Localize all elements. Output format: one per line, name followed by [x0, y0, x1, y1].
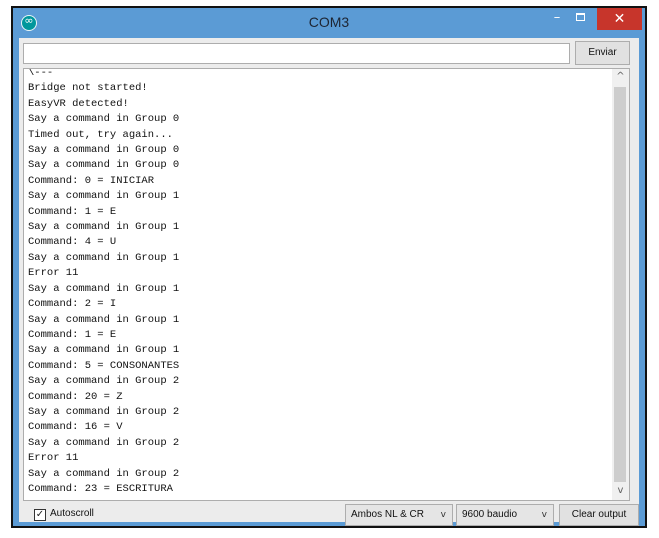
output-line: Command: 16 = V: [28, 421, 123, 434]
output-line: Say a command in Group 0: [28, 113, 180, 126]
output-line: Bridge not started!: [28, 82, 148, 95]
line-ending-select[interactable]: Ambos NL & CR v: [345, 504, 453, 526]
baud-rate-select[interactable]: 9600 baudio v: [456, 504, 554, 526]
output-line: Say a command in Group 1: [28, 251, 180, 264]
line-ending-value: Ambos NL & CR: [351, 509, 424, 520]
output-line: Say a command in Group 2: [28, 375, 180, 388]
output-line: Command: 5 = CONSONANTES: [28, 359, 180, 372]
output-lines: \--- Bridge not started! EasyVR detected! S…: [28, 68, 618, 497]
autoscroll-checkbox[interactable]: ✓: [34, 509, 46, 521]
scroll-up-icon[interactable]: ^: [612, 71, 629, 86]
output-line: Command: 23 = ESCRITURA: [28, 482, 173, 495]
output-line: Say a command in Group 1: [28, 313, 180, 326]
output-line: \---: [28, 68, 54, 79]
clear-output-button[interactable]: Clear output: [559, 504, 639, 526]
scrollbar-thumb[interactable]: [614, 87, 626, 482]
minimize-button[interactable]: –: [545, 8, 569, 30]
output-line: Command: 20 = Z: [28, 390, 123, 403]
vertical-scrollbar[interactable]: ^ v: [612, 69, 629, 500]
send-input[interactable]: [23, 43, 570, 64]
maximize-icon: [576, 13, 585, 21]
close-button[interactable]: ✕: [597, 8, 642, 30]
autoscroll-label: Autoscroll: [50, 508, 94, 519]
output-line: Say a command in Group 2: [28, 467, 180, 480]
output-line: Say a command in Group 1: [28, 221, 180, 234]
output-line: Say a command in Group 1: [28, 282, 180, 295]
chevron-down-icon: v: [440, 510, 446, 520]
window-frame: COM3 – ✕ Enviar \---Bridge not started!E…: [11, 6, 647, 528]
output-line: Say a command in Group 2: [28, 436, 180, 449]
output-line: Say a command in Group 1: [28, 344, 180, 357]
maximize-button[interactable]: [569, 8, 593, 30]
output-line: Error 11: [28, 267, 79, 280]
output-line: Command: 1 = E: [28, 205, 117, 218]
output-line: Command: 0 = INICIAR: [28, 174, 155, 187]
output-line: Say a command in Group 2: [28, 405, 180, 418]
serial-monitor-body: Enviar \--- Bridge not started! EasyVR det…: [19, 38, 639, 526]
output-line: Say a command in Group 0: [28, 159, 180, 172]
baud-rate-value: 9600 baudio: [462, 509, 518, 520]
serial-output[interactable]: \--- Bridge not started! EasyVR detected! S…: [23, 68, 630, 501]
output-line: Command: 4 = U: [28, 236, 117, 249]
output-line: Timed out, try again...: [28, 128, 173, 141]
output-line: Error 11: [28, 452, 79, 465]
output-line: Command: 2 = I: [28, 298, 117, 311]
send-button[interactable]: Enviar: [575, 41, 630, 65]
chevron-down-icon: v: [541, 510, 547, 520]
title-bar[interactable]: COM3 – ✕: [13, 8, 645, 38]
output-line: Say a command in Group 0: [28, 144, 180, 157]
output-line: EasyVR detected!: [28, 97, 129, 110]
scroll-down-icon[interactable]: v: [612, 485, 629, 500]
output-line: Say a command in Group 1: [28, 190, 180, 203]
output-line: Command: 1 = E: [28, 328, 117, 341]
bottom-bar: ✓ Autoscroll Ambos NL & CR v 9600 baudio…: [19, 504, 639, 526]
